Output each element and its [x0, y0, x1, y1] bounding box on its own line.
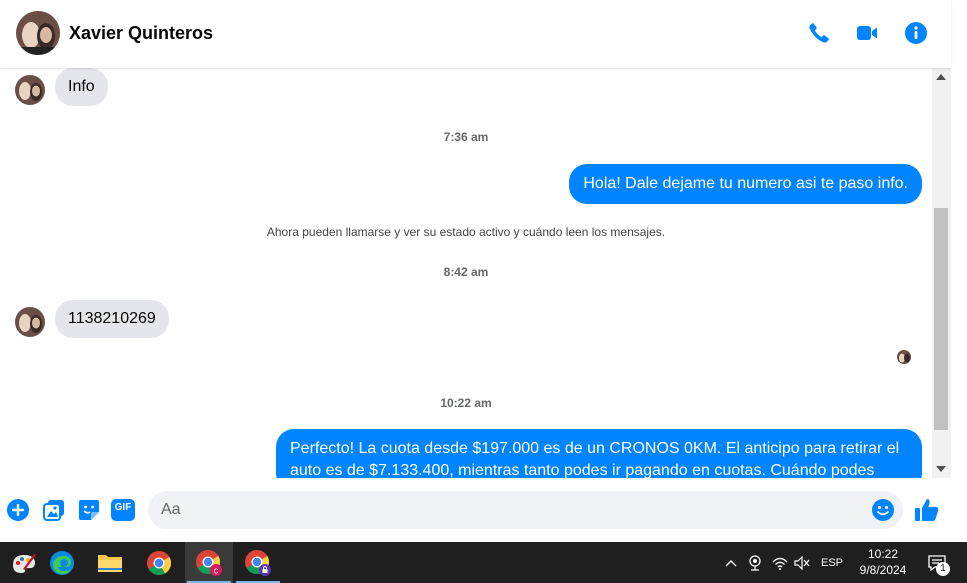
more-actions-button[interactable]: [6, 498, 30, 522]
conversation-info-button[interactable]: [901, 18, 931, 48]
notification-count-badge: 1: [936, 562, 950, 576]
scroll-down-arrow[interactable]: [936, 466, 946, 472]
window-edge: [951, 0, 967, 542]
video-call-button[interactable]: [852, 18, 882, 48]
chrome-profile-lock-icon: [245, 549, 271, 576]
emoji-button[interactable]: [871, 498, 895, 522]
svg-text:c: c: [214, 565, 219, 575]
outgoing-message[interactable]: Perfecto! La cuota desde $197.000 es de …: [276, 429, 922, 478]
photo-icon: [43, 500, 64, 521]
webcam-icon: [749, 554, 761, 571]
message-composer: GIF: [0, 478, 951, 542]
incoming-message[interactable]: Info: [55, 68, 108, 106]
sender-avatar: [15, 307, 45, 337]
info-icon: [905, 22, 927, 44]
tray-network[interactable]: [769, 542, 791, 583]
tray-language[interactable]: ESP: [817, 542, 847, 583]
video-icon: [857, 26, 877, 40]
clock-time: 10:22: [867, 547, 899, 561]
tray-meet-now[interactable]: [745, 542, 765, 583]
like-button[interactable]: [914, 497, 940, 523]
chrome-icon: [147, 550, 172, 575]
message-input-container[interactable]: [148, 491, 903, 529]
chrome-profile-c-icon: c: [196, 549, 222, 576]
plus-icon: [7, 499, 29, 521]
sticker-button[interactable]: [77, 498, 101, 522]
show-hidden-icons-button[interactable]: [721, 542, 741, 583]
tray-clock[interactable]: 10:22 9/8/2024: [850, 546, 916, 578]
message-input[interactable]: [161, 491, 861, 529]
volume-muted-icon: [794, 555, 810, 570]
sticker-icon: [79, 500, 99, 520]
wifi-icon: [772, 557, 788, 570]
gif-button[interactable]: GIF: [110, 498, 136, 522]
chevron-up-icon: [725, 559, 737, 566]
file-explorer-icon: [98, 554, 122, 572]
scrollbar-thumb[interactable]: [934, 208, 948, 430]
messages-scrollbar[interactable]: [932, 68, 951, 478]
scroll-up-arrow[interactable]: [936, 74, 946, 80]
taskbar-app-file-explorer[interactable]: [86, 542, 134, 583]
taskbar-app-chrome-profile-c[interactable]: c: [185, 542, 233, 583]
seen-indicator-avatar: [897, 350, 911, 364]
gif-label: GIF: [114, 502, 132, 513]
contact-name[interactable]: Xavier Quinteros: [69, 23, 213, 44]
conversation-header: Xavier Quinteros: [0, 0, 951, 68]
taskbar-app-chrome[interactable]: [135, 542, 183, 583]
message-timestamp: 10:22 am: [440, 396, 492, 410]
taskbar-app-chrome-profile-lock[interactable]: [234, 542, 282, 583]
contact-avatar[interactable]: [16, 11, 60, 55]
message-list[interactable]: Info 7:36 am Hola! Dale dejame tu numero…: [0, 68, 932, 478]
windows-taskbar: c ESP 10:22 9/8/2024 1: [0, 542, 967, 583]
like-icon: [915, 499, 939, 521]
taskbar-app-edge[interactable]: [38, 542, 86, 583]
message-timestamp: 7:36 am: [443, 130, 489, 144]
phone-icon: [809, 23, 829, 43]
paint-icon: [13, 553, 36, 573]
outgoing-message[interactable]: Hola! Dale dejame tu numero asi te paso …: [569, 164, 922, 204]
edge-icon: [50, 550, 74, 575]
notification-center-button[interactable]: 1: [922, 542, 952, 583]
call-button[interactable]: [804, 18, 834, 48]
emoji-icon: [872, 499, 894, 521]
message-timestamp: 8:42 am: [443, 265, 489, 279]
clock-date: 9/8/2024: [859, 563, 907, 577]
attach-photo-button[interactable]: [42, 498, 66, 522]
sender-avatar: [15, 75, 45, 105]
tray-volume[interactable]: [792, 542, 812, 583]
incoming-message[interactable]: 1138210269: [55, 300, 169, 338]
messenger-window: Xavier Quinteros Info 7:36 am Hola! Dale…: [0, 0, 967, 583]
system-notice: Ahora pueden llamarse y ver su estado ac…: [266, 225, 666, 239]
